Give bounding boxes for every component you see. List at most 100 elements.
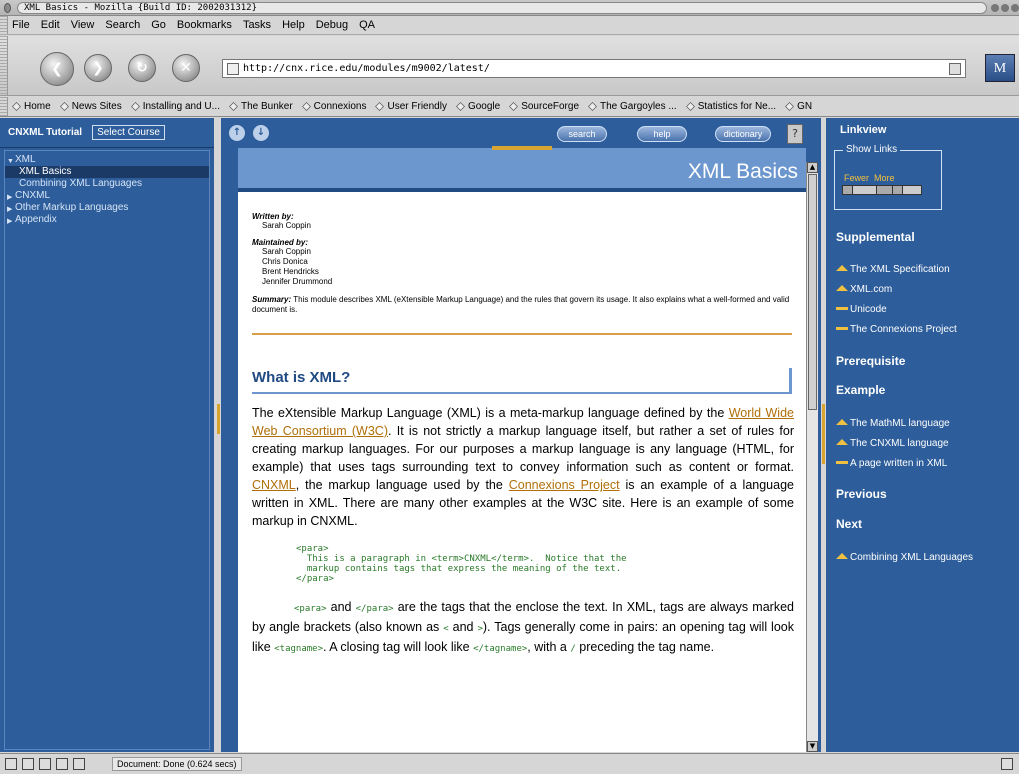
linkview-splitter-grip[interactable]: [822, 404, 825, 464]
mail-icon[interactable]: [22, 758, 34, 770]
reload-button[interactable]: ↻: [128, 54, 156, 82]
mozilla-throbber-icon[interactable]: M: [985, 54, 1015, 82]
forward-arrow-icon: ❯: [92, 60, 104, 76]
show-links-label: Show Links: [843, 144, 901, 155]
slider-thumb[interactable]: [877, 186, 893, 194]
sidebar-splitter-grip[interactable]: [217, 404, 220, 434]
url-dropdown-icon[interactable]: [949, 62, 961, 75]
module-metadata: Written by: Sarah Coppin Maintained by: …: [238, 192, 806, 287]
maximize-icon[interactable]: [1001, 3, 1009, 12]
scroll-up-icon[interactable]: ▲: [807, 162, 818, 173]
select-course-button[interactable]: Select Course: [92, 125, 165, 140]
menu-bookmarks[interactable]: Bookmarks: [177, 19, 232, 31]
bookmark-news-sites[interactable]: News Sites: [59, 101, 122, 112]
window-menu-icon[interactable]: [4, 2, 11, 13]
paragraph: <para> and </para> are the tags that the…: [252, 600, 794, 654]
vertical-scrollbar[interactable]: ▲ ▼: [806, 162, 818, 752]
example-link[interactable]: A page written in XML: [836, 458, 947, 469]
menu-file[interactable]: File: [12, 19, 30, 31]
tree-node-xml[interactable]: ▼ XML: [5, 154, 209, 166]
menu-edit[interactable]: Edit: [41, 19, 60, 31]
bookmark-gargoyles[interactable]: The Gargoyles ...: [588, 101, 677, 112]
address-book-icon[interactable]: [56, 758, 68, 770]
menu-go[interactable]: Go: [151, 19, 166, 31]
bookmark-gn[interactable]: GN: [785, 101, 812, 112]
example-link[interactable]: The CNXML language: [836, 438, 949, 449]
down-arrow-icon[interactable]: ↓: [253, 125, 269, 141]
bookmark-installing[interactable]: Installing and U...: [130, 101, 220, 112]
minimize-icon[interactable]: [991, 3, 999, 12]
supplemental-link[interactable]: Unicode: [836, 304, 887, 315]
example-heading: Example: [836, 383, 886, 397]
navigator-icon[interactable]: [5, 758, 17, 770]
supplemental-link[interactable]: XML.com: [836, 284, 892, 295]
up-arrow-icon[interactable]: ↑: [229, 125, 245, 141]
link-density-slider[interactable]: [842, 185, 922, 195]
tree-node-appendix[interactable]: ▶ Appendix: [5, 214, 209, 226]
bookmark-label: Google: [467, 101, 501, 112]
scrollbar-thumb[interactable]: [808, 174, 817, 410]
supplemental-link[interactable]: The Connexions Project: [836, 324, 957, 335]
slider-right-icon[interactable]: [893, 186, 903, 194]
collapsed-triangle-icon[interactable]: ▶: [7, 216, 12, 228]
toolbar-grip[interactable]: [0, 36, 8, 96]
navigation-toolbar: ❮ ❯ ↻ ✕ http://cnx.rice.edu/modules/m900…: [0, 36, 1019, 96]
close-icon[interactable]: [1011, 3, 1019, 12]
bookmark-statistics[interactable]: Statistics for Ne...: [685, 101, 776, 112]
stop-button[interactable]: ✕: [172, 54, 200, 82]
menu-debug[interactable]: Debug: [316, 19, 348, 31]
fewer-more-labels: Fewer More: [844, 173, 895, 183]
bookmark-google[interactable]: Google: [455, 101, 501, 112]
bookmark-sourceforge[interactable]: SourceForge: [509, 101, 579, 112]
help-button[interactable]: help: [637, 126, 687, 142]
bookmark-connexions[interactable]: Connexions: [301, 101, 366, 112]
back-arrow-icon: ❮: [51, 61, 63, 77]
maintainer-name: Brent Hendricks: [262, 267, 319, 276]
example-link[interactable]: The MathML language: [836, 418, 950, 429]
bookmark-home[interactable]: Home: [12, 101, 51, 112]
bookmark-icon: [509, 102, 519, 111]
back-button[interactable]: ❮: [40, 52, 74, 86]
slider-left-icon[interactable]: [843, 186, 853, 194]
page-proxy-icon[interactable]: [227, 62, 239, 75]
home-icon: [12, 102, 21, 111]
menu-view[interactable]: View: [71, 19, 95, 31]
composer-icon[interactable]: [39, 758, 51, 770]
bookmark-label: News Sites: [71, 101, 122, 112]
bookmark-bunker[interactable]: The Bunker: [229, 101, 293, 112]
bookmark-icon: [785, 102, 795, 111]
summary-label: Summary:: [252, 295, 292, 304]
tree-node-other-markup[interactable]: ▶ Other Markup Languages: [5, 202, 209, 214]
toolbar-grip[interactable]: [0, 97, 8, 116]
tree-node-combining-xml[interactable]: Combining XML Languages: [5, 178, 209, 190]
chat-icon[interactable]: [73, 758, 85, 770]
tree-node-cnxml[interactable]: ▶ CNXML: [5, 190, 209, 202]
strong-link-icon: [836, 553, 848, 559]
menu-tasks[interactable]: Tasks: [243, 19, 271, 31]
dictionary-button[interactable]: dictionary: [715, 126, 771, 142]
bookmark-icon: [455, 102, 465, 111]
menu-search[interactable]: Search: [105, 19, 140, 31]
url-bar[interactable]: http://cnx.rice.edu/modules/m9002/latest…: [222, 59, 966, 78]
cnxml-link[interactable]: CNXML: [252, 478, 296, 492]
search-button[interactable]: search: [557, 126, 607, 142]
toolbar-grip[interactable]: [0, 16, 8, 34]
bookmark-icon: [130, 102, 140, 111]
question-mark-icon[interactable]: ?: [787, 124, 803, 144]
maintainer-name: Sarah Coppin: [262, 247, 311, 256]
online-status-icon[interactable]: [1001, 758, 1013, 770]
next-link[interactable]: Combining XML Languages: [836, 552, 973, 563]
strong-link-icon: [836, 439, 848, 445]
forward-button[interactable]: ❯: [84, 54, 112, 82]
bookmark-user-friendly[interactable]: User Friendly: [375, 101, 447, 112]
supplemental-link[interactable]: The XML Specification: [836, 264, 950, 275]
scroll-down-icon[interactable]: ▼: [807, 741, 818, 752]
connexions-project-link[interactable]: Connexions Project: [509, 478, 620, 492]
url-text[interactable]: http://cnx.rice.edu/modules/m9002/latest…: [243, 63, 490, 74]
tree-node-xml-basics[interactable]: XML Basics: [5, 166, 209, 178]
menu-help[interactable]: Help: [282, 19, 305, 31]
maintainer-name: Jennifer Drummond: [262, 277, 333, 286]
sidebar-title: CNXML Tutorial: [8, 127, 83, 138]
author-name: Sarah Coppin: [262, 221, 311, 230]
menu-qa[interactable]: QA: [359, 19, 375, 31]
